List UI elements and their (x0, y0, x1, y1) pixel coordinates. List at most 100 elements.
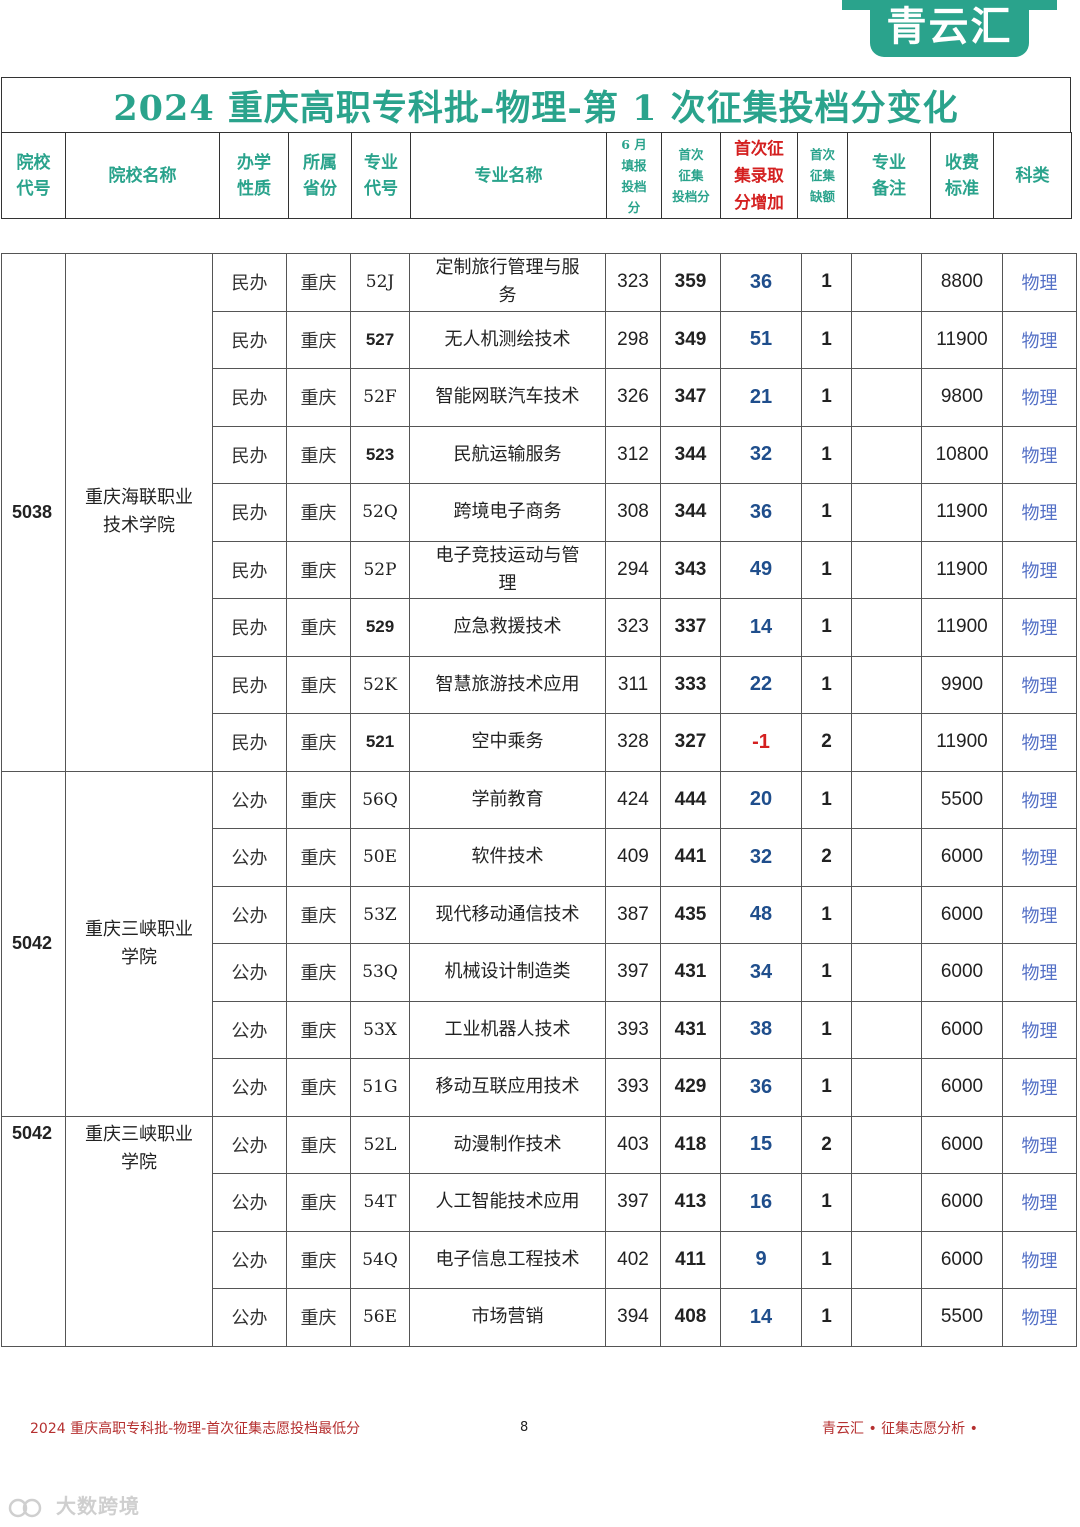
fee-cell: 5500 (921, 1288, 1003, 1347)
june-score-cell: 298 (605, 310, 661, 369)
column-header: 院校名称 (65, 132, 220, 219)
june-score-cell: 424 (605, 770, 661, 829)
school-nature-cell: 公办 (212, 1115, 287, 1174)
province-cell: 重庆 (286, 483, 351, 542)
province-cell: 重庆 (286, 1230, 351, 1289)
major-note-cell (851, 540, 922, 599)
june-score-cell: 397 (605, 1173, 661, 1232)
vacancy-cell: 1 (801, 253, 852, 312)
category-cell: 物理 (1002, 943, 1077, 1002)
major-note-cell (851, 1230, 922, 1289)
first-score-cell: 413 (660, 1173, 721, 1232)
june-score-cell: 393 (605, 1058, 661, 1117)
page-title: 2024 重庆高职专科批-物理-第 1 次征集投档分变化 (113, 87, 959, 129)
school-nature-cell: 民办 (212, 540, 287, 599)
june-score-cell: 402 (605, 1230, 661, 1289)
school-code-cell: 5038 (1, 253, 66, 772)
vacancy-cell: 1 (801, 1230, 852, 1289)
watermark: 大数跨境 (8, 1490, 140, 1519)
table-row: 5038 重庆海联职业 技术学院 民办 重庆 52J 定制旅行管理与服 务 323 359 36… (1, 253, 1077, 772)
june-score-cell: 312 (605, 425, 661, 484)
major-code-cell: 52P (350, 540, 410, 599)
major-name-cell: 软件技术 (409, 828, 606, 887)
vacancy-cell: 1 (801, 598, 852, 657)
vacancy-cell: 2 (801, 828, 852, 887)
category-cell: 物理 (1002, 885, 1077, 944)
major-name-cell: 人工智能技术应用 (409, 1173, 606, 1232)
province-cell: 重庆 (286, 253, 351, 312)
first-score-cell: 343 (660, 540, 721, 599)
increase-cell: 36 (720, 483, 802, 542)
school-nature-cell: 公办 (212, 1230, 287, 1289)
column-header: 办学 性质 (219, 132, 289, 219)
category-cell: 物理 (1002, 1230, 1077, 1289)
major-note-cell (851, 770, 922, 829)
major-name-cell: 机械设计制造类 (409, 943, 606, 1002)
category-cell: 物理 (1002, 598, 1077, 657)
school-nature-cell: 公办 (212, 1288, 287, 1347)
june-score-cell: 394 (605, 1288, 661, 1347)
column-header: 专业 代号 (351, 132, 411, 219)
major-code-cell: 54T (350, 1173, 410, 1232)
province-cell: 重庆 (286, 828, 351, 887)
first-score-cell: 411 (660, 1230, 721, 1289)
major-code-cell: 53X (350, 1000, 410, 1059)
category-cell: 物理 (1002, 770, 1077, 829)
major-name-cell: 定制旅行管理与服 务 (409, 253, 606, 312)
major-code-cell: 529 (350, 598, 410, 657)
school-code-cell: 5042 (1, 770, 66, 1117)
increase-cell: 14 (720, 598, 802, 657)
category-cell: 物理 (1002, 1173, 1077, 1232)
vacancy-cell: 1 (801, 885, 852, 944)
brand-logo: 青云汇 (842, 0, 1057, 57)
column-header: 所属 省份 (288, 132, 352, 219)
major-name-cell: 市场营销 (409, 1288, 606, 1347)
vacancy-cell: 1 (801, 770, 852, 829)
province-cell: 重庆 (286, 943, 351, 1002)
first-score-cell: 441 (660, 828, 721, 887)
major-name-cell: 现代移动通信技术 (409, 885, 606, 944)
vacancy-cell: 1 (801, 483, 852, 542)
category-cell: 物理 (1002, 1115, 1077, 1174)
vacancy-cell: 1 (801, 425, 852, 484)
major-code-cell: 527 (350, 310, 410, 369)
vacancy-cell: 1 (801, 368, 852, 427)
column-header: 院校 代号 (1, 132, 66, 219)
june-score-cell: 311 (605, 655, 661, 714)
column-header: 专业名称 (410, 132, 607, 219)
major-code-cell: 53Q (350, 943, 410, 1002)
province-cell: 重庆 (286, 310, 351, 369)
province-cell: 重庆 (286, 713, 351, 772)
increase-cell: 36 (720, 253, 802, 312)
fee-cell: 10800 (921, 425, 1003, 484)
school-nature-cell: 民办 (212, 253, 287, 312)
major-code-cell: 52L (350, 1115, 410, 1174)
column-header: 收费 标准 (930, 132, 994, 219)
category-cell: 物理 (1002, 1058, 1077, 1117)
first-score-cell: 349 (660, 310, 721, 369)
major-name-cell: 应急救援技术 (409, 598, 606, 657)
vacancy-cell: 1 (801, 1000, 852, 1059)
increase-cell: 32 (720, 425, 802, 484)
june-score-cell: 387 (605, 885, 661, 944)
major-name-cell: 跨境电子商务 (409, 483, 606, 542)
june-score-cell: 294 (605, 540, 661, 599)
page-number: 8 (520, 1420, 529, 1435)
june-score-cell: 323 (605, 253, 661, 312)
title-box: 2024 重庆高职专科批-物理-第 1 次征集投档分变化 (1, 77, 1071, 132)
june-score-cell: 328 (605, 713, 661, 772)
major-note-cell (851, 943, 922, 1002)
june-score-cell: 393 (605, 1000, 661, 1059)
province-cell: 重庆 (286, 425, 351, 484)
fee-cell: 6000 (921, 885, 1003, 944)
school-name-cell: 重庆三峡职业 学院 (65, 770, 213, 1117)
school-nature-cell: 民办 (212, 713, 287, 772)
school-nature-cell: 公办 (212, 828, 287, 887)
footer-title: 2024 重庆高职专科批-物理-首次征集志愿投档最低分 (30, 1421, 361, 1437)
major-code-cell: 51G (350, 1058, 410, 1117)
increase-cell: 48 (720, 885, 802, 944)
increase-cell: 14 (720, 1288, 802, 1347)
first-score-cell: 347 (660, 368, 721, 427)
june-score-cell: 409 (605, 828, 661, 887)
fee-cell: 9800 (921, 368, 1003, 427)
